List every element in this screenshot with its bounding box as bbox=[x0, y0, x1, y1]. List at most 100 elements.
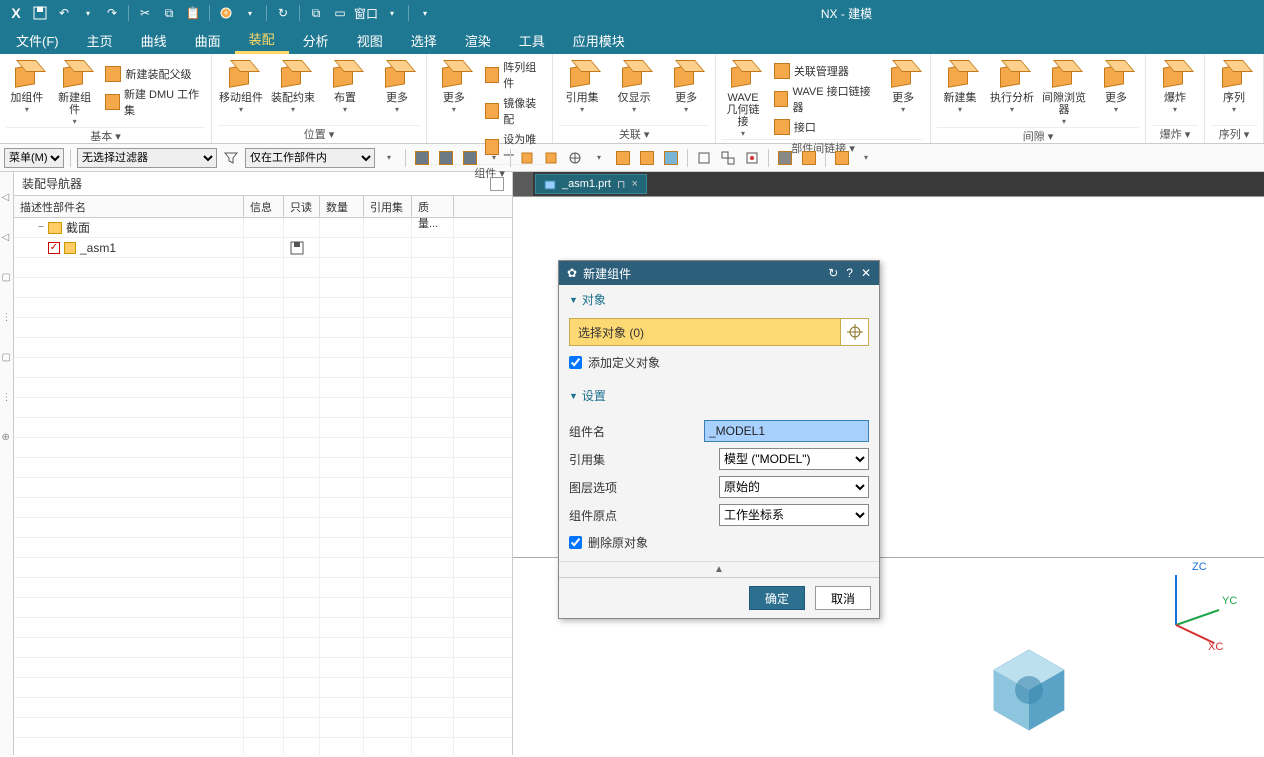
toolbar-icon-15[interactable] bbox=[832, 148, 852, 168]
qat-dropdown-icon[interactable]: ▾ bbox=[78, 3, 98, 23]
menu-tab-1[interactable]: 主页 bbox=[73, 26, 127, 54]
resource-bar[interactable]: ◁ ◁ ▢ ⋮ ▢ ⋮ ⊕ bbox=[0, 172, 14, 755]
selection-filter[interactable]: 无选择过滤器 bbox=[77, 148, 217, 168]
add-defining-object-checkbox[interactable] bbox=[569, 356, 582, 369]
dialog-reset-icon[interactable]: ↻ bbox=[828, 266, 838, 280]
nav-column-header[interactable]: 信息 bbox=[244, 196, 284, 217]
ribbon-small-btn[interactable]: 接口 bbox=[770, 118, 876, 136]
toolbar-dropdown-1[interactable]: ▾ bbox=[484, 148, 504, 168]
resource-tab-2[interactable]: ◁ bbox=[2, 232, 12, 242]
app-logo[interactable]: X bbox=[6, 3, 26, 23]
ribbon-btn[interactable]: 序列▾ bbox=[1211, 58, 1257, 125]
ribbon-small-btn[interactable]: WAVE 接口链接器 bbox=[770, 82, 876, 116]
menu-tab-8[interactable]: 渲染 bbox=[451, 26, 505, 54]
graphics-tab-pin-icon[interactable]: ⊓ bbox=[617, 178, 626, 191]
dialog-expand-icon[interactable]: ▲ bbox=[559, 561, 879, 577]
ribbon-btn[interactable]: 执行分析▾ bbox=[989, 58, 1035, 127]
ribbon-btn[interactable]: WAVE 几何链接▾ bbox=[722, 58, 764, 139]
component-origin-select[interactable]: 工作坐标系 bbox=[719, 504, 869, 526]
redo-icon[interactable]: ↷ bbox=[102, 3, 122, 23]
select-object-field[interactable]: 选择对象 (0) bbox=[569, 318, 841, 346]
toolbar-dropdown-3[interactable]: ▾ bbox=[856, 148, 876, 168]
resource-tab-1[interactable]: ◁ bbox=[2, 192, 12, 202]
resource-tab-3[interactable]: ▢ bbox=[2, 272, 12, 282]
ribbon-btn[interactable]: 引用集▾ bbox=[559, 58, 605, 125]
resource-tab-4[interactable]: ⋮ bbox=[2, 312, 12, 322]
ribbon-btn[interactable]: 新建组件▾ bbox=[54, 58, 96, 127]
save-icon[interactable] bbox=[30, 3, 50, 23]
navigator-tree[interactable]: −截面✓_asm1 bbox=[14, 218, 512, 755]
ribbon-small-btn[interactable]: 新建装配父级 bbox=[101, 65, 205, 83]
toolbar-icon-11[interactable] bbox=[718, 148, 738, 168]
ribbon-small-btn[interactable]: 镜像装配 bbox=[481, 94, 546, 128]
toolbar-dropdown-2[interactable]: ▾ bbox=[589, 148, 609, 168]
close-icon[interactable]: × bbox=[632, 178, 638, 190]
toolbar-icon-13[interactable] bbox=[775, 148, 795, 168]
copy-icon[interactable]: ⧉ bbox=[159, 3, 179, 23]
dialog-help-icon[interactable]: ? bbox=[846, 266, 853, 280]
nav-column-header[interactable]: 引用集 bbox=[364, 196, 412, 217]
ribbon-group-label[interactable]: 间隙 ▾ bbox=[937, 127, 1139, 144]
ribbon-group-label[interactable]: 爆炸 ▾ bbox=[1152, 125, 1198, 143]
paste-icon[interactable]: 📋 bbox=[183, 3, 203, 23]
ribbon-btn[interactable]: 装配约束▾ bbox=[270, 58, 316, 125]
ribbon-group-label[interactable]: 序列 ▾ bbox=[1211, 125, 1257, 143]
resource-tab-6[interactable]: ⋮ bbox=[2, 392, 12, 402]
menu-dropdown[interactable]: 菜单(M) bbox=[4, 148, 64, 168]
toolbar-icon-5[interactable] bbox=[541, 148, 561, 168]
window-dropdown-icon[interactable]: ▾ bbox=[382, 3, 402, 23]
qat-overflow-icon[interactable]: ▾ bbox=[415, 3, 435, 23]
ribbon-btn[interactable]: 仅显示▾ bbox=[611, 58, 657, 125]
dialog-close-icon[interactable]: ✕ bbox=[861, 266, 871, 280]
toolbar-icon-2[interactable] bbox=[436, 148, 456, 168]
ribbon-small-btn[interactable]: 新建 DMU 工作集 bbox=[101, 85, 205, 119]
toolbar-icon-4[interactable] bbox=[517, 148, 537, 168]
toolbar-icon-7[interactable] bbox=[613, 148, 633, 168]
ribbon-btn[interactable]: 间隙浏览器▾ bbox=[1041, 58, 1087, 127]
toolbar-icon-12[interactable] bbox=[742, 148, 762, 168]
menu-tab-6[interactable]: 视图 bbox=[343, 26, 397, 54]
undo-icon[interactable]: ↶ bbox=[54, 3, 74, 23]
menu-tab-4[interactable]: 装配 bbox=[235, 26, 289, 54]
touch-mode-icon[interactable]: + bbox=[216, 3, 236, 23]
ribbon-group-label[interactable]: 位置 ▾ bbox=[218, 125, 420, 143]
menu-tab-9[interactable]: 工具 bbox=[505, 26, 559, 54]
menu-tab-2[interactable]: 曲线 bbox=[127, 26, 181, 54]
qat-dropdown2-icon[interactable]: ▾ bbox=[240, 3, 260, 23]
layer-option-select[interactable]: 原始的 bbox=[719, 476, 869, 498]
ribbon-small-btn[interactable]: 关联管理器 bbox=[770, 62, 876, 80]
window-switch-icon[interactable]: ⧉ bbox=[306, 3, 326, 23]
window-layout-icon[interactable]: ▭ bbox=[330, 3, 350, 23]
reference-set-select[interactable]: 模型 ("MODEL") bbox=[719, 448, 869, 470]
menu-tab-5[interactable]: 分析 bbox=[289, 26, 343, 54]
toolbar-icon-6[interactable] bbox=[565, 148, 585, 168]
delete-original-checkbox[interactable] bbox=[569, 536, 582, 549]
ribbon-btn[interactable]: 加组件▾ bbox=[6, 58, 48, 127]
ribbon-btn[interactable]: 更多▾ bbox=[374, 58, 420, 125]
menu-tab-3[interactable]: 曲面 bbox=[181, 26, 235, 54]
toolbar-icon-10[interactable] bbox=[694, 148, 714, 168]
toolbar-icon-8[interactable] bbox=[637, 148, 657, 168]
ribbon-btn[interactable]: 爆炸▾ bbox=[1152, 58, 1198, 125]
toolbar-icon-14[interactable] bbox=[799, 148, 819, 168]
ok-button[interactable]: 确定 bbox=[749, 586, 805, 610]
ribbon-group-label[interactable]: 基本 ▾ bbox=[6, 127, 205, 144]
window-menu[interactable]: 窗口 bbox=[354, 5, 378, 22]
ribbon-group-label[interactable]: 关联 ▾ bbox=[559, 125, 709, 143]
gear-icon[interactable]: ✿ bbox=[567, 266, 577, 280]
ribbon-btn[interactable]: 更多▾ bbox=[882, 58, 924, 139]
toolbar-icon-9[interactable] bbox=[661, 148, 681, 168]
nav-row[interactable]: −截面 bbox=[14, 218, 512, 238]
pin-icon[interactable] bbox=[490, 177, 504, 191]
menu-tab-7[interactable]: 选择 bbox=[397, 26, 451, 54]
nav-row[interactable]: ✓_asm1 bbox=[14, 238, 512, 258]
resource-tab-7[interactable]: ⊕ bbox=[2, 432, 12, 442]
scope-filter[interactable]: 仅在工作部件内 bbox=[245, 148, 375, 168]
ribbon-btn[interactable]: 新建集▾ bbox=[937, 58, 983, 127]
resource-tab-5[interactable]: ▢ bbox=[2, 352, 12, 362]
cancel-button[interactable]: 取消 bbox=[815, 586, 871, 610]
ribbon-btn[interactable]: 移动组件▾ bbox=[218, 58, 264, 125]
dialog-title-bar[interactable]: ✿ 新建组件 ↻ ? ✕ bbox=[559, 261, 879, 285]
cut-icon[interactable]: ✂ bbox=[135, 3, 155, 23]
ribbon-btn[interactable]: 更多▾ bbox=[663, 58, 709, 125]
